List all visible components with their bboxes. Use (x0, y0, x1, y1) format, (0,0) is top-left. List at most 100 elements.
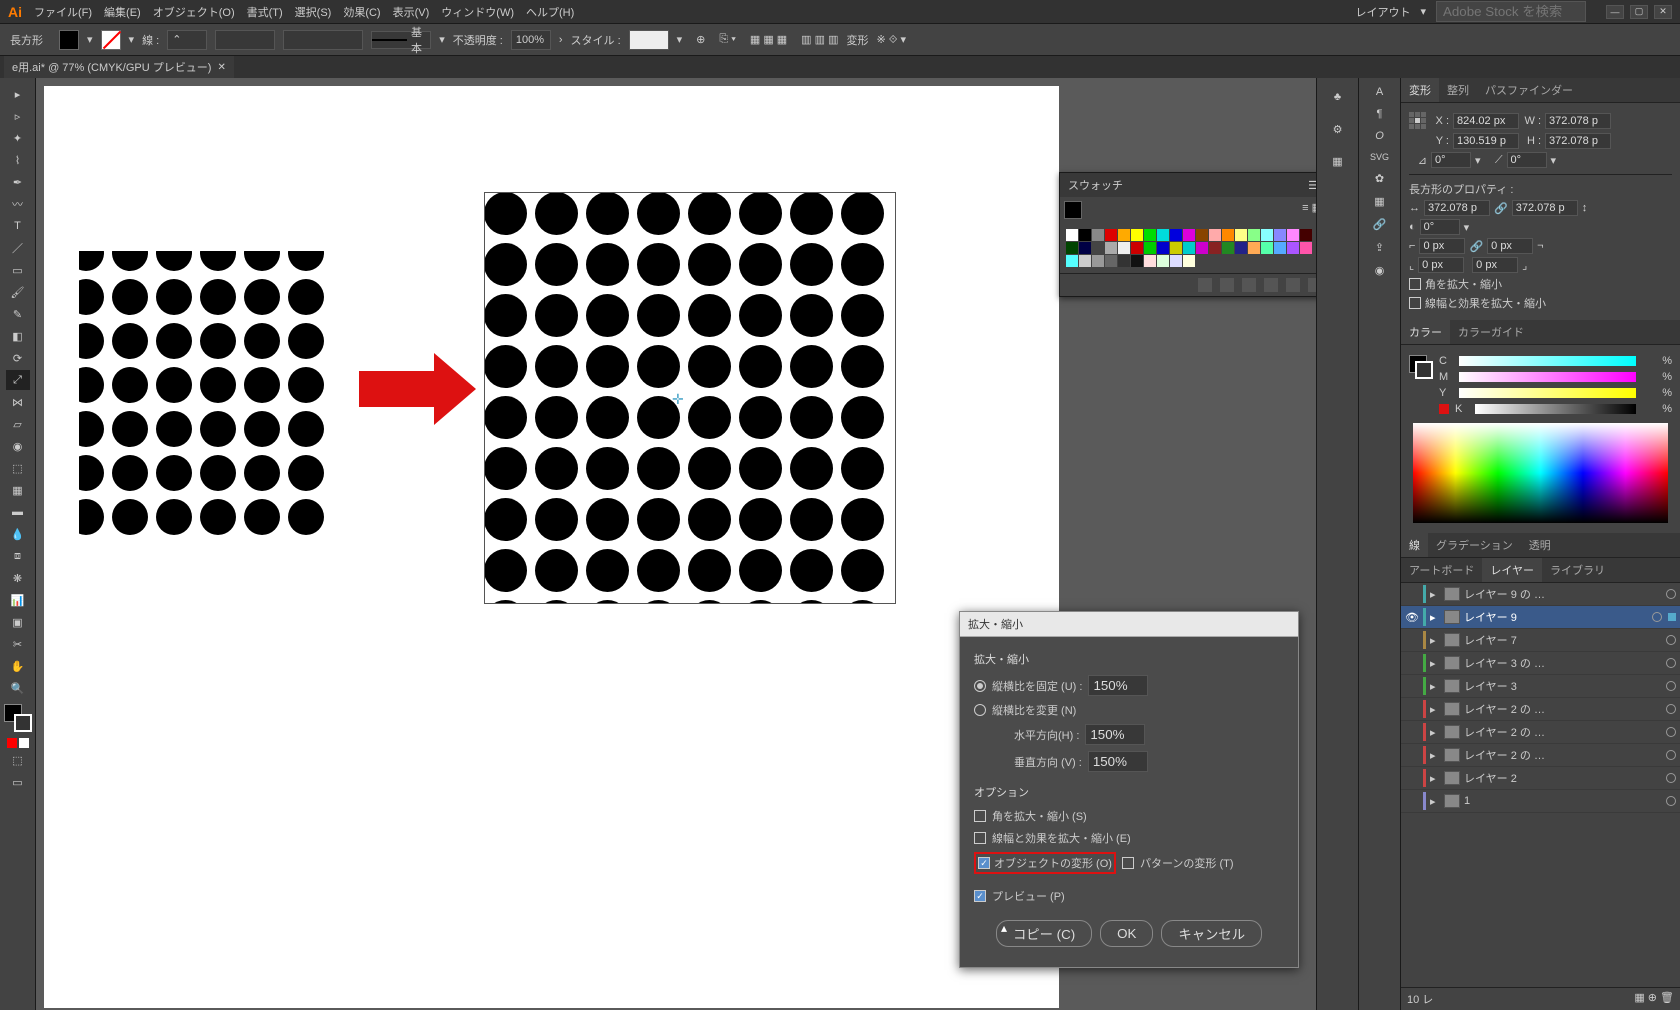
scale-corners-checkbox[interactable] (974, 810, 986, 822)
graphic-style-dropdown[interactable] (629, 30, 669, 50)
perspective-tool[interactable]: ⬚ (6, 458, 30, 478)
pen-tool[interactable]: ✒ (6, 172, 30, 192)
lasso-tool[interactable]: ⌇ (6, 150, 30, 170)
copy-button[interactable]: コピー (C) (996, 920, 1092, 947)
corner-bl-input[interactable] (1418, 257, 1464, 273)
menu-view[interactable]: 表示(V) (393, 4, 430, 20)
swatch[interactable] (1092, 255, 1104, 267)
swatch[interactable] (1170, 255, 1182, 267)
scale-corners-panel-checkbox[interactable] (1409, 278, 1421, 290)
transform-label[interactable]: 変形 (846, 32, 868, 48)
swatch-grid[interactable] (1060, 223, 1316, 273)
swatch[interactable] (1300, 229, 1312, 241)
swatch-kind-icon[interactable] (1220, 278, 1234, 292)
transform-objects-checkbox[interactable] (978, 857, 990, 869)
menu-edit[interactable]: 編集(E) (104, 4, 141, 20)
x-input[interactable] (1453, 113, 1519, 129)
swatch[interactable] (1157, 229, 1169, 241)
y-slider[interactable] (1459, 388, 1636, 398)
uniform-radio[interactable] (974, 680, 986, 692)
stock-search-input[interactable] (1436, 1, 1586, 22)
swatch[interactable] (1066, 229, 1078, 241)
asset-export-icon[interactable]: ⇪ (1375, 241, 1384, 254)
layer-row[interactable]: ▸ レイヤー 3 (1401, 675, 1680, 698)
swatch[interactable] (1092, 229, 1104, 241)
swatch[interactable] (1157, 242, 1169, 254)
shear-input[interactable] (1507, 152, 1547, 168)
k-slider[interactable] (1475, 404, 1636, 414)
document-tab[interactable]: e用.ai* @ 77% (CMYK/GPU プレビュー) ✕ (4, 56, 234, 78)
swatch[interactable] (1287, 229, 1299, 241)
color-spectrum[interactable] (1413, 423, 1668, 523)
target-icon[interactable] (1666, 773, 1676, 783)
tab-align[interactable]: 整列 (1439, 78, 1477, 102)
libraries-icon[interactable]: ♣ (1327, 86, 1349, 108)
scale-tool[interactable]: ⤢ (6, 370, 30, 390)
layout-switcher[interactable]: レイアウト (1355, 4, 1410, 20)
swatch[interactable] (1066, 242, 1078, 254)
reference-point-icon[interactable] (1409, 112, 1427, 130)
eraser-tool[interactable]: ◧ (6, 326, 30, 346)
visibility-icon[interactable]: 👁 (1405, 611, 1419, 624)
tab-pathfinder[interactable]: パスファインダー (1477, 78, 1581, 102)
pencil-tool[interactable]: ✎ (6, 304, 30, 324)
rotate-tool[interactable]: ⟳ (6, 348, 30, 368)
fill-swatch[interactable] (59, 30, 79, 50)
opacity-input[interactable]: 100% (511, 30, 551, 50)
layer-row[interactable]: ▸ レイヤー 2 の … (1401, 721, 1680, 744)
swatch[interactable] (1183, 255, 1195, 267)
tab-transparency[interactable]: 透明 (1521, 533, 1559, 557)
expand-icon[interactable]: ▸ (1430, 703, 1440, 716)
properties-icon[interactable]: ⚙ (1327, 118, 1349, 140)
tab-layers[interactable]: レイヤー (1482, 558, 1542, 582)
ok-button[interactable]: OK (1100, 920, 1153, 947)
scale-strokes-checkbox[interactable] (974, 832, 986, 844)
swatch-libraries-icon[interactable] (1198, 278, 1212, 292)
preview-checkbox[interactable] (974, 890, 986, 902)
swatch[interactable] (1248, 229, 1260, 241)
swatch[interactable] (1079, 255, 1091, 267)
target-icon[interactable] (1666, 796, 1676, 806)
layer-row[interactable]: ▸ レイヤー 2 の … (1401, 698, 1680, 721)
expand-icon[interactable]: ▸ (1430, 749, 1440, 762)
symbols-icon[interactable]: ✿ (1375, 172, 1384, 185)
link-icon[interactable]: 🔗 (1373, 218, 1387, 231)
opentype-icon[interactable]: O (1375, 130, 1384, 142)
target-icon[interactable] (1666, 727, 1676, 737)
cancel-button[interactable]: キャンセル (1161, 920, 1262, 947)
w-input[interactable] (1545, 113, 1611, 129)
swatch[interactable] (1196, 229, 1208, 241)
target-icon[interactable] (1666, 589, 1676, 599)
draw-mode[interactable]: ⬚ (6, 750, 30, 770)
swatch[interactable] (1079, 242, 1091, 254)
scale-strokes-panel-checkbox[interactable] (1409, 297, 1421, 309)
canvas[interactable]: ✛ スウォッチ☰ ≡ ▦ 拡大・縮小 拡大・縮小 (36, 78, 1316, 1010)
layer-row[interactable]: 👁 ▸ レイヤー 9 (1401, 606, 1680, 629)
line-tool[interactable]: ／ (6, 238, 30, 258)
target-icon[interactable] (1666, 658, 1676, 668)
layer-row[interactable]: ▸ レイヤー 2 (1401, 767, 1680, 790)
target-icon[interactable] (1666, 635, 1676, 645)
swatch[interactable] (1274, 242, 1286, 254)
swatch[interactable] (1235, 229, 1247, 241)
layer-row[interactable]: ▸ 1 (1401, 790, 1680, 813)
window-close-button[interactable]: ✕ (1654, 5, 1672, 19)
mesh-tool[interactable]: ▦ (6, 480, 30, 500)
free-transform-tool[interactable]: ▱ (6, 414, 30, 434)
swatch[interactable] (1248, 242, 1260, 254)
swatch[interactable] (1170, 242, 1182, 254)
fill-stroke-control[interactable] (4, 704, 32, 732)
layer-row[interactable]: ▸ レイヤー 3 の … (1401, 652, 1680, 675)
list-view-icon[interactable]: ≡ (1302, 202, 1308, 214)
window-minimize-button[interactable]: — (1606, 5, 1624, 19)
paintbrush-tool[interactable]: 🖌 (6, 282, 30, 302)
menu-select[interactable]: 選択(S) (295, 4, 332, 20)
link-wh-icon[interactable]: 🔗 (1494, 202, 1508, 215)
swatch[interactable] (1131, 255, 1143, 267)
target-icon[interactable] (1666, 681, 1676, 691)
tab-artboards[interactable]: アートボード (1401, 558, 1482, 582)
swatch[interactable] (1300, 242, 1312, 254)
expand-icon[interactable]: ▸ (1430, 772, 1440, 785)
menu-help[interactable]: ヘルプ(H) (526, 4, 574, 20)
shape-builder-tool[interactable]: ◉ (6, 436, 30, 456)
